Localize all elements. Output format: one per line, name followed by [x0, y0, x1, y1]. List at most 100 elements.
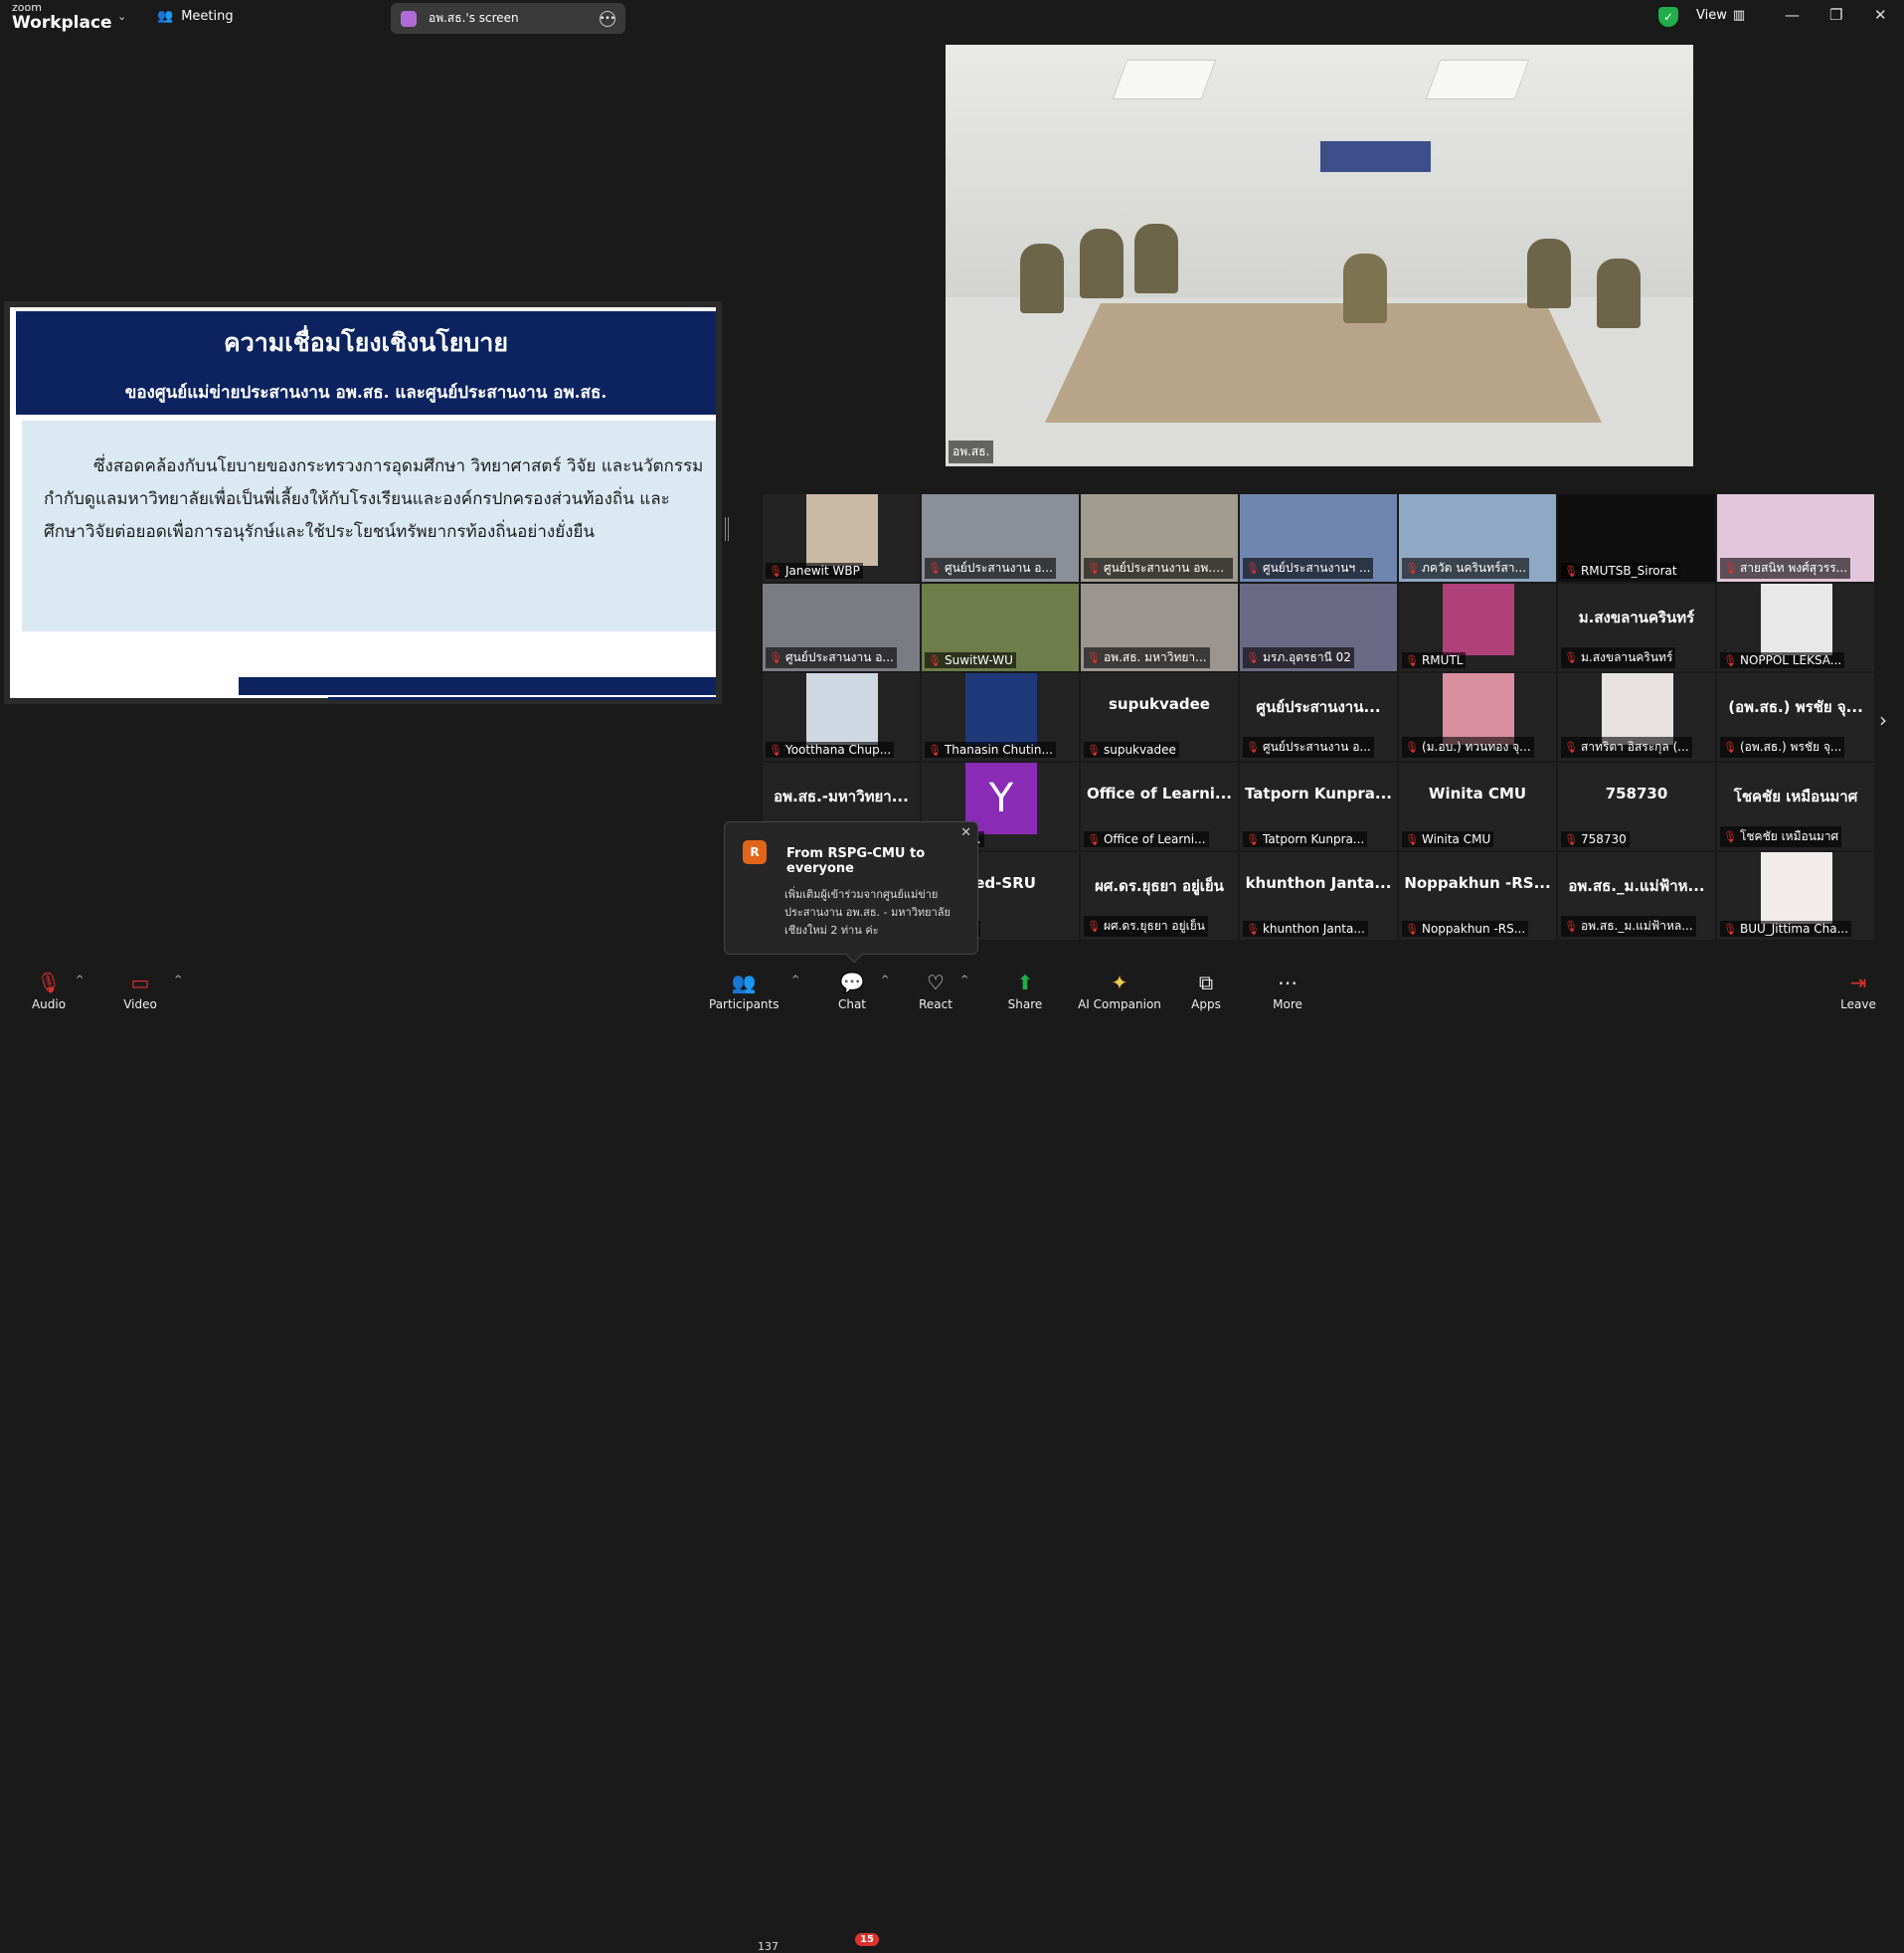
participant-tile[interactable]: ม.สงขลานครินทร์ 🎙 ม.สงขลานครินทร์: [1558, 584, 1715, 671]
participant-name: khunthon Janta...: [1262, 922, 1365, 936]
participant-photo: [806, 673, 878, 745]
participant-tile[interactable]: 🎙 RMUTL: [1399, 584, 1556, 671]
participant-tile[interactable]: 🎙 ศูนย์ประสานงาน อ...: [763, 584, 920, 671]
security-shield-icon[interactable]: ✓: [1658, 7, 1678, 27]
chevron-up-icon[interactable]: ^: [960, 975, 968, 985]
participant-tile[interactable]: 🎙 ศูนย์ประสานงาน อ...: [922, 494, 1079, 582]
participant-name: สาทริตา อิสระกุล (...: [1580, 740, 1689, 754]
participant-name-label: 🎙 Thanasin Chutin...: [925, 742, 1056, 758]
participant-display-name: 758730: [1605, 785, 1668, 802]
participant-name: ศูนย์ประสานงาน อ...: [1262, 740, 1371, 754]
participant-tile[interactable]: โชคชัย เหมือนมาศ 🎙 โชคชัย เหมือนมาศ: [1717, 763, 1874, 850]
chevron-up-icon[interactable]: ^: [174, 975, 182, 985]
ai-companion-button[interactable]: ✦ AI Companion: [1074, 971, 1165, 1011]
participant-name: RMUTL: [1421, 653, 1464, 667]
participant-name-label: 🎙 Winita CMU: [1402, 831, 1494, 847]
resize-handle[interactable]: [725, 517, 729, 541]
participant-tile[interactable]: 🎙 RMUTSB_Sirorat: [1558, 494, 1715, 582]
participant-name-label: 🎙 มรภ.อุดรธานี 02: [1243, 647, 1354, 668]
meeting-icon: 👥: [157, 9, 174, 24]
participant-tile[interactable]: 🎙 สาทริตา อิสระกุล (...: [1558, 673, 1715, 761]
participant-tile[interactable]: supukvadee 🎙 supukvadee: [1081, 673, 1238, 761]
restore-icon[interactable]: ❐: [1829, 6, 1842, 24]
participant-name: Yootthana Chup...: [784, 743, 892, 757]
participant-tile[interactable]: 🎙 NOPPOL LEKSA...: [1717, 584, 1874, 671]
share-button[interactable]: ⬆ Share: [990, 971, 1060, 1011]
participant-name: RMUTSB_Sirorat: [1580, 564, 1677, 578]
participant-tile[interactable]: Winita CMU 🎙 Winita CMU: [1399, 763, 1556, 850]
close-icon[interactable]: ✕: [1874, 6, 1887, 24]
more-button[interactable]: ⋯ More: [1253, 971, 1322, 1011]
chat-notification[interactable]: R From RSPG-CMU to everyone ✕ เพิ่มเติมผ…: [724, 821, 978, 964]
participant-tile[interactable]: 🎙 SuwitW-WU: [922, 584, 1079, 671]
participant-tile[interactable]: 758730 🎙 758730: [1558, 763, 1715, 850]
more-options-icon[interactable]: •••: [600, 10, 615, 27]
close-icon[interactable]: ✕: [960, 825, 971, 840]
meeting-info-button[interactable]: 👥 Meeting: [157, 9, 234, 24]
shared-screen: ความเชื่อมโยงเชิงนโยบาย ของศูนย์แม่ข่ายป…: [4, 301, 722, 704]
more-icon: ⋯: [1278, 971, 1298, 994]
participant-tile[interactable]: 🎙 ภควัต นครินทร์สา...: [1399, 494, 1556, 582]
minimize-icon[interactable]: —: [1785, 6, 1800, 24]
chevron-down-icon[interactable]: ⌄: [117, 10, 126, 23]
participant-tile[interactable]: 🎙 Janewit WBP: [763, 494, 920, 582]
participant-tile[interactable]: ผศ.ดร.ยุธยา อยู่เย็น 🎙 ผศ.ดร.ยุธยา อยู่เย็…: [1081, 852, 1238, 940]
chat-button[interactable]: 💬 Chat: [817, 971, 887, 1011]
participant-tile[interactable]: 🎙 (ม.อบ.) ทวนทอง จุ...: [1399, 673, 1556, 761]
view-label: View: [1696, 8, 1727, 23]
main-video-name: อพ.สธ.: [949, 441, 994, 463]
participant-name: 758730: [1580, 832, 1627, 846]
chevron-up-icon[interactable]: ^: [791, 975, 799, 985]
participant-tile[interactable]: 🎙 ศูนย์ประสานงานฯ ...: [1240, 494, 1397, 582]
participant-tile[interactable]: อพ.สธ._ม.แม่ฟ้าห... 🎙 อพ.สธ._ม.แม่ฟ้าหล...: [1558, 852, 1715, 940]
slide-header: ความเชื่อมโยงเชิงนโยบาย ของศูนย์แม่ข่ายป…: [16, 311, 716, 415]
participant-tile[interactable]: 🎙 อพ.สธ. มหาวิทยา...: [1081, 584, 1238, 671]
participant-name-label: 🎙 RMUTSB_Sirorat: [1561, 563, 1680, 579]
main-video[interactable]: อพ.สธ.: [946, 45, 1693, 466]
participant-tile[interactable]: 🎙 สายสนิท พงศ์สุวรร...: [1717, 494, 1874, 582]
audio-button[interactable]: 🎙 Audio: [14, 971, 84, 1011]
view-button[interactable]: View ▥: [1696, 8, 1745, 23]
participants-label: Participants: [709, 997, 779, 1011]
leave-icon: ⇥: [1849, 971, 1867, 994]
participant-display-name: โชคชัย เหมือนมาศ: [1733, 788, 1858, 805]
sparkle-icon: ✦: [1111, 971, 1128, 994]
participant-tile[interactable]: ศูนย์ประสานงาน... 🎙 ศูนย์ประสานงาน อ...: [1240, 673, 1397, 761]
audio-label: Audio: [31, 997, 67, 1011]
chevron-up-icon[interactable]: ^: [881, 975, 889, 985]
screen-share-pill[interactable]: อพ.สธ.'s screen •••: [391, 3, 625, 34]
participant-photo: [1761, 852, 1832, 924]
participant-tile[interactable]: 🎙 Thanasin Chutin...: [922, 673, 1079, 761]
apps-label: Apps: [1191, 997, 1221, 1011]
apps-button[interactable]: ⧉ Apps: [1171, 971, 1241, 1011]
participant-display-name: khunthon Janta...: [1245, 874, 1392, 892]
video-button[interactable]: ▭ Video: [105, 971, 175, 1011]
mic-muted-icon: 🎙: [1246, 651, 1260, 664]
participant-name: อพ.สธ. มหาวิทยา...: [1103, 650, 1207, 664]
chat-notification-title: From RSPG-CMU to everyone: [786, 846, 926, 876]
participant-tile[interactable]: (อพ.สธ.) พรชัย จุ... 🎙 (อพ.สธ.) พรชัย จุ..…: [1717, 673, 1874, 761]
mic-muted-icon: 🎙: [36, 971, 62, 994]
participants-button[interactable]: 👥 Participants: [709, 971, 779, 1011]
participant-tile[interactable]: Noppakhun -RS... 🎙 Noppakhun -RS...: [1399, 852, 1556, 940]
participant-tile[interactable]: 🎙 ศูนย์ประสานงาน อพ.ส...: [1081, 494, 1238, 582]
participant-tile[interactable]: Tatporn Kunpra... 🎙 Tatporn Kunpra...: [1240, 763, 1397, 850]
participant-tile[interactable]: Office of Learni... 🎙 Office of Learni...: [1081, 763, 1238, 850]
share-screen-icon: ⬆: [1016, 971, 1034, 994]
chevron-up-icon[interactable]: ^: [76, 975, 84, 985]
participant-display-name: Winita CMU: [1428, 785, 1527, 802]
leave-button[interactable]: ⇥ Leave: [1823, 971, 1893, 1011]
mic-muted-icon: 🎙: [1564, 920, 1578, 933]
participant-name-label: 🎙 ศูนย์ประสานงาน อ...: [1243, 737, 1374, 758]
chevron-right-icon[interactable]: ›: [1879, 708, 1887, 732]
participant-tile[interactable]: 🎙 Yootthana Chup...: [763, 673, 920, 761]
participant-name-label: 🎙 RMUTL: [1402, 652, 1467, 668]
participant-name-label: 🎙 ผศ.ดร.ยุธยา อยู่เย็น: [1084, 916, 1208, 937]
react-label: React: [919, 997, 952, 1011]
slide-footer-bar: [239, 677, 716, 695]
participant-tile[interactable]: 🎙 มรภ.อุดรธานี 02: [1240, 584, 1397, 671]
participant-name: NOPPOL LEKSA...: [1739, 653, 1842, 667]
participant-tile[interactable]: 🎙 BUU_Jittima Cha...: [1717, 852, 1874, 940]
logo-text-workplace: Workplace: [12, 13, 112, 33]
participant-tile[interactable]: khunthon Janta... 🎙 khunthon Janta...: [1240, 852, 1397, 940]
